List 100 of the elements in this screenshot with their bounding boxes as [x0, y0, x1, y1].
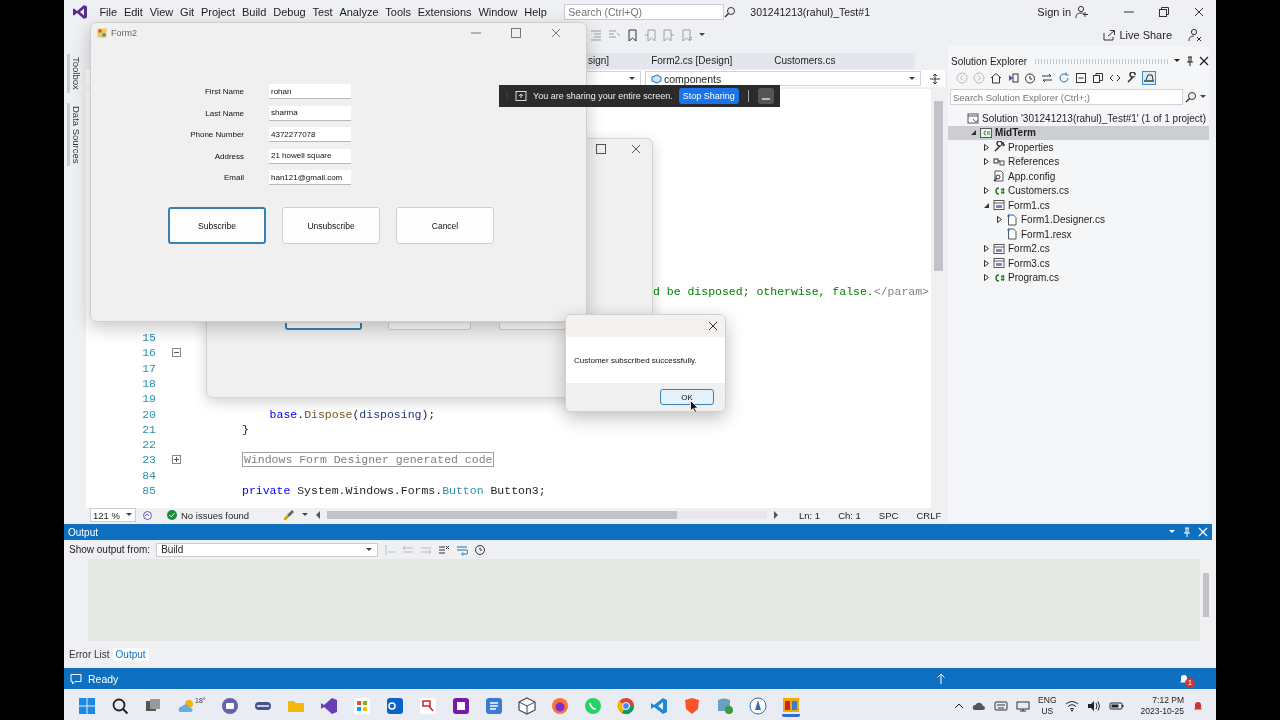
bell-icon[interactable] [1178, 672, 1190, 685]
source-dropdown[interactable]: Build [156, 542, 379, 557]
text-field[interactable]: sharma [269, 105, 351, 121]
tree-item[interactable]: Properties [948, 140, 1209, 155]
menu-item[interactable]: Tools [381, 6, 415, 18]
text-field[interactable]: han121@gmail.com [269, 170, 351, 185]
bookmark-icon[interactable] [626, 29, 638, 41]
caret-icon[interactable] [301, 511, 309, 519]
ok-button[interactable]: OK [660, 389, 714, 405]
form-button[interactable]: Subscribe [168, 207, 266, 244]
panel-tab[interactable]: Output [112, 647, 149, 661]
minimize-icon[interactable] [757, 88, 774, 104]
menu-item[interactable]: Project [197, 6, 239, 18]
search-icon[interactable] [724, 6, 737, 18]
menu-item[interactable]: Extensions [414, 6, 475, 18]
copy-icon[interactable] [1092, 72, 1104, 84]
browser-icon[interactable] [616, 697, 635, 715]
code-icon[interactable] [1109, 72, 1121, 84]
scroll-right-icon[interactable] [773, 511, 779, 519]
expanded-arrow-icon[interactable] [982, 201, 990, 209]
maximize-icon[interactable] [595, 143, 607, 155]
tree-item[interactable]: Form3.cs [948, 256, 1209, 271]
sign-in-link[interactable]: Sign in [1037, 6, 1071, 18]
scrollbar[interactable] [1200, 559, 1212, 641]
caret-icon[interactable] [1199, 93, 1207, 101]
close-icon[interactable] [630, 143, 642, 155]
editor-tab[interactable]: Customers.cs [772, 53, 876, 69]
scroll-left-icon[interactable] [315, 511, 321, 519]
search-field[interactable]: Search (Ctrl+Q) [564, 4, 725, 20]
collapsed-arrow-icon[interactable] [995, 216, 1003, 224]
bell-icon[interactable] [1192, 700, 1204, 712]
app-icon[interactable] [418, 697, 437, 715]
collapse-icon[interactable] [171, 348, 181, 358]
browser-icon[interactable] [550, 697, 569, 715]
overflow-caret-icon[interactable] [698, 31, 706, 39]
menu-item[interactable]: Edit [120, 6, 147, 18]
brush-icon[interactable] [283, 509, 295, 521]
clear-all-icon[interactable] [438, 543, 451, 556]
publish-arrow-icon[interactable] [936, 672, 946, 685]
window-app-icon[interactable] [781, 695, 800, 717]
restore-icon[interactable] [1157, 6, 1170, 18]
database-icon[interactable] [715, 697, 734, 715]
refresh-icon[interactable] [1058, 72, 1070, 84]
tree-item[interactable]: Form1.cs [948, 198, 1209, 213]
editor-tab[interactable]: sign] [586, 53, 650, 69]
sync-icon[interactable] [1041, 72, 1053, 84]
preview-icon[interactable] [1143, 72, 1155, 84]
code-editor-icon[interactable] [649, 697, 668, 715]
issues-status[interactable]: No issues found [181, 509, 250, 521]
message-icon[interactable] [70, 672, 82, 685]
form-button[interactable]: Unsubscribe [282, 207, 380, 244]
side-tab[interactable]: Toolbox [67, 54, 83, 93]
wrench-icon[interactable] [1126, 72, 1138, 84]
form-button[interactable] [285, 323, 362, 330]
volume-icon[interactable] [1086, 700, 1101, 712]
tree-item[interactable]: Form1.Designer.cs [948, 212, 1209, 227]
close-icon[interactable] [1199, 56, 1209, 66]
collapsed-arrow-icon[interactable] [982, 259, 990, 267]
text-field[interactable]: 21 howell square [269, 148, 351, 164]
panel-tab[interactable]: Error List [66, 647, 113, 661]
switch-views-icon[interactable] [1007, 72, 1019, 84]
collapsed-arrow-icon[interactable] [982, 187, 990, 195]
pin-icon[interactable] [1185, 56, 1195, 66]
dropdown-icon[interactable] [1173, 57, 1181, 65]
menu-item[interactable]: Analyze [336, 6, 382, 18]
tree-item[interactable]: Form1.resx [948, 227, 1209, 242]
collapsed-arrow-icon[interactable] [982, 143, 990, 151]
collapsed-arrow-icon[interactable] [982, 245, 990, 253]
tree-item[interactable]: Solution '301241213(rahul)_Test#1' (1 of 1 project) [948, 111, 1209, 126]
battery-icon[interactable] [1108, 700, 1125, 712]
collapse-all-icon[interactable] [1075, 72, 1087, 84]
scrollbar[interactable] [931, 89, 945, 508]
history-icon[interactable] [1024, 72, 1036, 84]
stop-sharing-button[interactable]: Stop Sharing [678, 88, 739, 104]
scrollbar-thumb[interactable] [327, 511, 677, 519]
word-wrap-icon[interactable] [456, 543, 469, 556]
menu-item[interactable]: View [146, 6, 177, 18]
store-icon[interactable] [352, 697, 371, 715]
tree-item[interactable]: Program.cs [948, 270, 1209, 285]
compass-icon[interactable] [748, 697, 767, 715]
tree-item[interactable]: App.config [948, 169, 1209, 184]
close-icon[interactable] [707, 320, 719, 332]
scrollbar-thumb[interactable] [933, 101, 943, 271]
text-field[interactable]: rohan [269, 84, 351, 99]
cloud-icon[interactable] [972, 700, 987, 712]
shield-icon[interactable] [682, 697, 701, 715]
home-icon[interactable] [990, 72, 1002, 84]
notepad-icon[interactable] [484, 697, 503, 715]
tree-item[interactable]: References [948, 154, 1209, 169]
account-icon[interactable] [1075, 5, 1089, 19]
feedback-icon[interactable] [1188, 28, 1202, 42]
chevron-up-icon[interactable] [954, 701, 965, 711]
form-button[interactable]: Cancel [396, 207, 494, 244]
clock[interactable]: 7:12 PM 2023-10-25 [1140, 695, 1184, 717]
menu-item[interactable]: Build [238, 6, 270, 18]
menu-item[interactable]: Help [520, 6, 551, 18]
menu-item[interactable]: Git [176, 6, 198, 18]
display-icon[interactable] [1016, 700, 1031, 712]
tree-item[interactable]: Customers.cs [948, 183, 1209, 198]
clock-icon[interactable] [474, 543, 487, 556]
